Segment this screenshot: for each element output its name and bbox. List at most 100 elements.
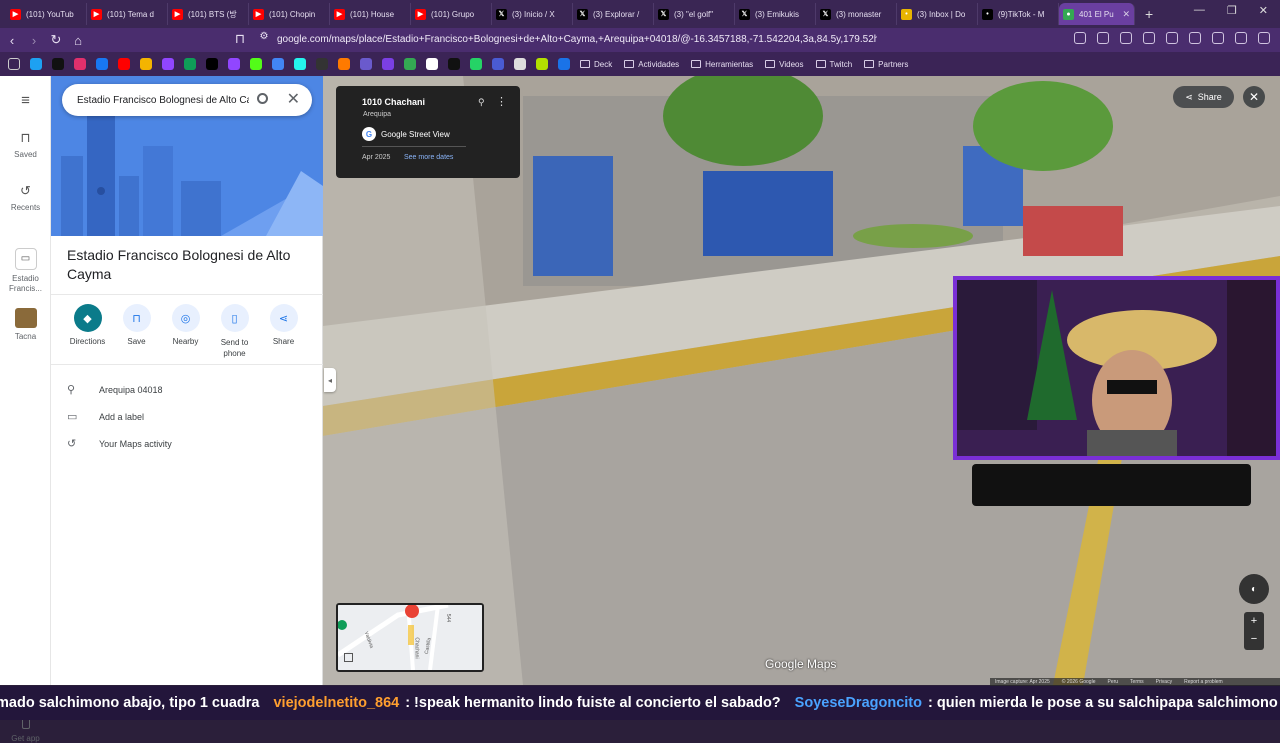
- terms-link[interactable]: Terms: [1130, 679, 1144, 685]
- reload-icon[interactable]: ↻: [46, 32, 66, 48]
- report-problem-link[interactable]: Report a problem: [1184, 679, 1223, 685]
- bookmark-icon[interactable]: [426, 58, 438, 70]
- browser-tab[interactable]: ▶ (101) YouTub: [6, 3, 87, 25]
- extension-icon[interactable]: [1143, 32, 1155, 44]
- bookmark-icon[interactable]: [404, 58, 416, 70]
- bookmark-icon[interactable]: [382, 58, 394, 70]
- bookmark-icon[interactable]: [206, 58, 218, 70]
- extension-icon[interactable]: [1074, 32, 1086, 44]
- close-icon[interactable]: ✕: [1122, 9, 1130, 20]
- collapse-panel-button[interactable]: ◂: [324, 368, 336, 392]
- zoom-out-icon[interactable]: −: [1244, 630, 1264, 648]
- rail-item-recents[interactable]: ↺ Recents: [0, 183, 51, 212]
- privacy-link[interactable]: Privacy: [1156, 679, 1172, 685]
- send-to-phone-button[interactable]: ▯ Send to phone: [210, 304, 259, 359]
- bookmark-icon[interactable]: [140, 58, 152, 70]
- nearby-button[interactable]: ◎ Nearby: [161, 304, 210, 359]
- site-info-icon[interactable]: ⚙: [254, 31, 274, 42]
- bookmark-icon[interactable]: [74, 58, 86, 70]
- bookmark-icon[interactable]: [294, 58, 306, 70]
- bookmark-icon[interactable]: [470, 58, 482, 70]
- bookmark-icon[interactable]: [558, 58, 570, 70]
- maps-activity-row[interactable]: ↺ Your Maps activity: [67, 437, 172, 450]
- home-icon[interactable]: ⌂: [68, 33, 88, 48]
- sv-close-button[interactable]: ✕: [1243, 86, 1265, 108]
- bookmark-folder[interactable]: Partners: [864, 60, 908, 69]
- search-input[interactable]: Estadio Francisco Bolognesi de Alto Caym…: [77, 95, 249, 106]
- back-icon[interactable]: ‹: [2, 33, 22, 48]
- bookmark-icon[interactable]: [492, 58, 504, 70]
- bookmark-icon[interactable]: [316, 58, 328, 70]
- bookmark-icon[interactable]: [52, 58, 64, 70]
- country-link[interactable]: Peru: [1107, 679, 1118, 685]
- zoom-in-icon[interactable]: +: [1244, 612, 1264, 630]
- browser-tab[interactable]: 𝕏 (3) Explorar /: [573, 3, 654, 25]
- browser-tab[interactable]: 𝕏 (3) Emikukis: [735, 3, 816, 25]
- bookmark-icon[interactable]: [338, 58, 350, 70]
- bookmark-icon[interactable]: [514, 58, 526, 70]
- bookmark-icon[interactable]: [30, 58, 42, 70]
- bookmark-folder[interactable]: Twitch: [815, 60, 852, 69]
- extension-icon[interactable]: [1097, 32, 1109, 44]
- bookmark-icon[interactable]: [250, 58, 262, 70]
- extension-icon[interactable]: [1120, 32, 1132, 44]
- add-label-row[interactable]: ▭ Add a label: [67, 410, 144, 423]
- get-app-button[interactable]: Get app: [0, 716, 51, 743]
- bookmark-icon[interactable]: [448, 58, 460, 70]
- bookmark-icon[interactable]: [162, 58, 174, 70]
- search-box[interactable]: Estadio Francisco Bolognesi de Alto Caym…: [62, 84, 312, 116]
- search-icon[interactable]: [257, 93, 268, 104]
- close-window-icon[interactable]: ✕: [1259, 4, 1268, 17]
- browser-tab[interactable]: ▶ (101) BTS (방: [168, 3, 249, 25]
- browser-tab[interactable]: • (3) Inbox | Do: [897, 3, 978, 25]
- rail-item-tacna[interactable]: Tacna: [0, 308, 51, 341]
- maximize-icon[interactable]: ❐: [1227, 4, 1237, 17]
- forward-icon[interactable]: ›: [24, 33, 44, 48]
- address-row[interactable]: ⚲ Arequipa 04018: [67, 383, 163, 396]
- bookmark-folder[interactable]: Herramientas: [691, 60, 753, 69]
- extension-icon[interactable]: [1212, 32, 1224, 44]
- extension-icon[interactable]: [1189, 32, 1201, 44]
- browser-tab[interactable]: 𝕏 (3) "el golf": [654, 3, 735, 25]
- bookmark-icon[interactable]: [184, 58, 196, 70]
- directions-button[interactable]: ◆ Directions: [63, 304, 112, 359]
- save-button[interactable]: ⊓ Save: [112, 304, 161, 359]
- hamburger-menu-icon[interactable]: ≡: [0, 92, 51, 109]
- browser-tab[interactable]: ▶ (101) Tema d: [87, 3, 168, 25]
- bookmark-folder[interactable]: Videos: [765, 60, 804, 69]
- menu-button[interactable]: ≡: [0, 92, 51, 113]
- bookmark-page-icon[interactable]: ⊓: [230, 31, 250, 47]
- browser-tab[interactable]: ▶ (101) House: [330, 3, 411, 25]
- compass-button[interactable]: ◐: [1239, 574, 1269, 604]
- bookmark-icon[interactable]: [96, 58, 108, 70]
- bookmark-folder[interactable]: Actividades: [624, 60, 679, 69]
- tab-active[interactable]: ● 401 El Pu ✕: [1059, 3, 1135, 25]
- bookmark-icon[interactable]: [272, 58, 284, 70]
- location-pin-icon[interactable]: ⚲: [478, 97, 485, 108]
- sv-share-button[interactable]: ⋖ Share: [1173, 86, 1234, 108]
- bookmark-icon[interactable]: [536, 58, 548, 70]
- see-more-dates-link[interactable]: See more dates: [404, 154, 453, 161]
- bookmark-folder[interactable]: Deck: [580, 60, 612, 69]
- close-icon[interactable]: ✕: [287, 89, 300, 109]
- address-bar[interactable]: google.com/maps/place/Estadio+Francisco+…: [277, 34, 877, 45]
- share-button[interactable]: ⋖ Share: [259, 304, 308, 359]
- rail-item-saved[interactable]: ⊓ Saved: [0, 130, 51, 159]
- rail-item-stadium[interactable]: ▭ Estadio Francis...: [0, 248, 51, 294]
- bookmark-icon[interactable]: [118, 58, 130, 70]
- browser-tab[interactable]: ▶ (101) Grupo: [411, 3, 492, 25]
- browser-tab[interactable]: • (9)TikTok - M: [978, 3, 1059, 25]
- minimize-icon[interactable]: —: [1194, 4, 1205, 17]
- new-tab-button[interactable]: +: [1145, 6, 1153, 22]
- minimap[interactable]: Chachani Castilla Valdivia 544: [336, 603, 484, 672]
- expand-icon[interactable]: [344, 653, 353, 662]
- menu-icon[interactable]: [1258, 32, 1270, 44]
- extension-icon[interactable]: [1235, 32, 1247, 44]
- bookmark-icon[interactable]: [228, 58, 240, 70]
- extension-icon[interactable]: [1166, 32, 1178, 44]
- browser-tab[interactable]: ▶ (101) Chopin: [249, 3, 330, 25]
- bookmark-icon[interactable]: [360, 58, 372, 70]
- browser-tab[interactable]: 𝕏 (3) Inicio / X: [492, 3, 573, 25]
- apps-icon[interactable]: [8, 58, 20, 70]
- browser-tab[interactable]: 𝕏 (3) monaster: [816, 3, 897, 25]
